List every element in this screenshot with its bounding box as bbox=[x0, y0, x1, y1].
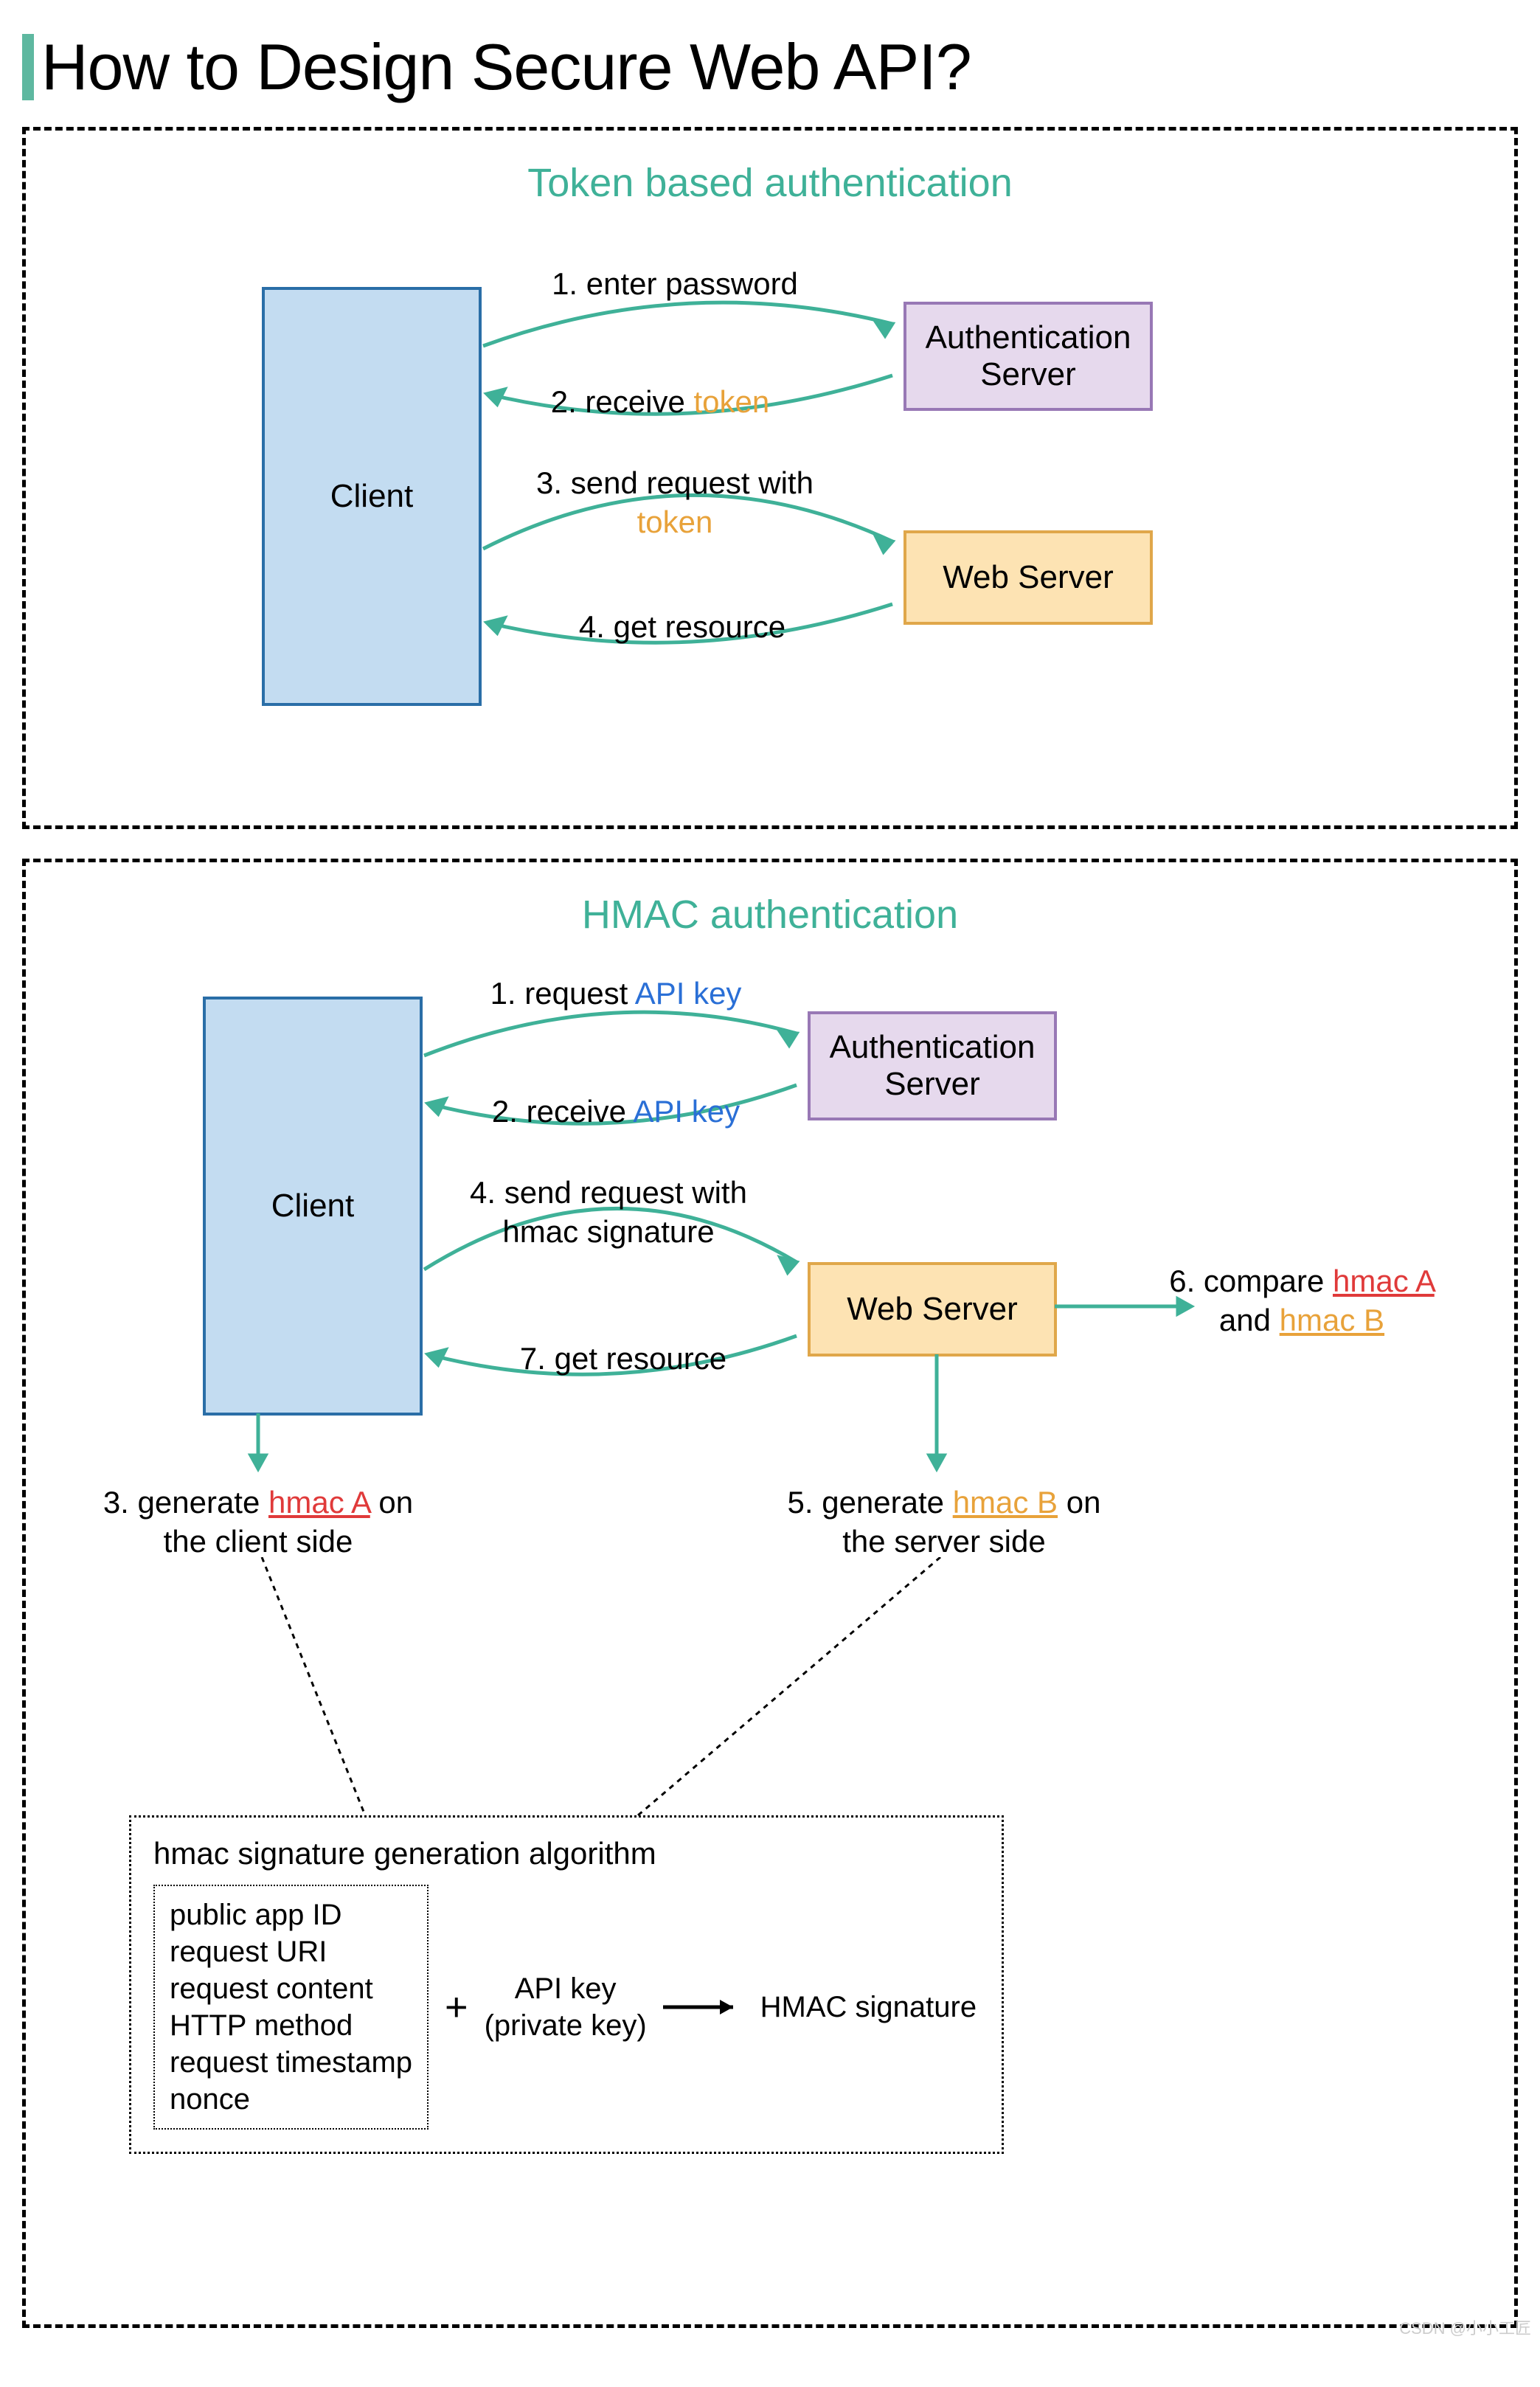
algo-input: request content bbox=[170, 1970, 412, 2007]
step1-label: 1. enter password bbox=[527, 265, 822, 304]
hmac-panel-title: HMAC authentication bbox=[55, 892, 1485, 938]
watermark: CSDN @小小工匠 bbox=[1399, 2315, 1531, 2339]
algo-input: request URI bbox=[170, 1933, 412, 1970]
arrow-h5-down bbox=[922, 1354, 951, 1480]
algo-inputs: public app ID request URI request conten… bbox=[153, 1885, 429, 2130]
web-server-box: Web Server bbox=[903, 530, 1153, 625]
token-panel-title: Token based authentication bbox=[55, 160, 1485, 206]
h-step7-label: 7. get resource bbox=[498, 1340, 749, 1379]
dash-left bbox=[232, 1557, 380, 1823]
h-step2-label: 2. receive API key bbox=[461, 1092, 771, 1132]
algo-input: public app ID bbox=[170, 1896, 412, 1933]
step4-label: 4. get resource bbox=[557, 608, 808, 647]
hmac-panel: HMAC authentication Client Authenticatio… bbox=[22, 859, 1518, 2328]
hmac-output: HMAC signature bbox=[760, 1991, 977, 2024]
h-step4-label: 4. send request with hmac signature bbox=[439, 1174, 778, 1251]
auth-server-box: Authentication Server bbox=[808, 1011, 1057, 1120]
algo-input: nonce bbox=[170, 2081, 412, 2118]
algo-title: hmac signature generation algorithm bbox=[153, 1836, 979, 1871]
h-step6-label: 6. compare hmac A and hmac B bbox=[1147, 1262, 1457, 1340]
h-step3-label: 3. generate hmac A on the client side bbox=[85, 1483, 431, 1561]
step3-label: 3. send request with token bbox=[535, 464, 815, 541]
algo-input: request timestamp bbox=[170, 2044, 412, 2081]
web-server-box: Web Server bbox=[808, 1262, 1057, 1357]
arrow-h3-down bbox=[243, 1413, 273, 1480]
token-stage: Client Authentication Server Web Server … bbox=[55, 235, 1485, 796]
client-box: Client bbox=[262, 287, 482, 706]
token-panel: Token based authentication Client Authen… bbox=[22, 127, 1518, 829]
api-key-label: API key(private key) bbox=[485, 1970, 647, 2044]
plus-icon: + bbox=[445, 1984, 468, 2030]
arrow-right-icon bbox=[663, 1996, 744, 2018]
h-step5-label: 5. generate hmac B on the server side bbox=[771, 1483, 1117, 1561]
algo-row: public app ID request URI request conten… bbox=[153, 1885, 979, 2130]
h-step1-label: 1. request API key bbox=[461, 974, 771, 1014]
algo-box: hmac signature generation algorithm publ… bbox=[129, 1815, 1004, 2154]
hmac-stage: Client Authentication Server Web Server … bbox=[55, 967, 1485, 2295]
client-box: Client bbox=[203, 997, 423, 1416]
dash-right bbox=[631, 1557, 955, 1823]
page-title: How to Design Secure Web API? bbox=[41, 30, 971, 105]
algo-input: HTTP method bbox=[170, 2007, 412, 2044]
title-accent bbox=[22, 34, 34, 100]
auth-server-box: Authentication Server bbox=[903, 302, 1153, 411]
step2-label: 2. receive token bbox=[527, 383, 793, 422]
page-title-bar: How to Design Secure Web API? bbox=[22, 30, 1518, 105]
